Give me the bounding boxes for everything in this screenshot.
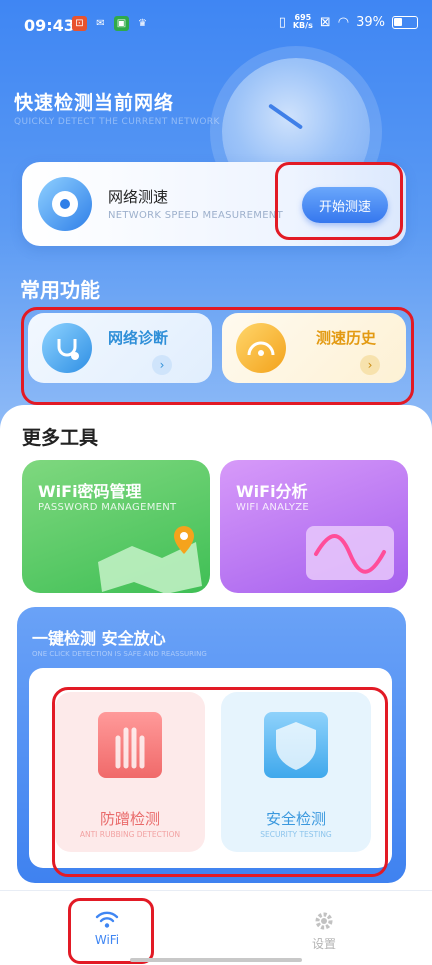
anti-rubbing-card[interactable]: 防蹭检测 ANTI RUBBING DETECTION	[55, 692, 205, 852]
hand-scan-icon	[98, 712, 162, 778]
speed-test-card[interactable]: 网络测速 NETWORK SPEED MEASUREMENT 开始测速	[22, 162, 406, 246]
nav-wifi-label: WiFi	[94, 933, 120, 947]
no-sim-icon: ⊠	[319, 14, 331, 30]
nav-item-wifi[interactable]: WiFi	[77, 910, 137, 947]
hero-subtitle: QUICKLY DETECT THE CURRENT NETWORK	[14, 117, 220, 127]
security-subtitle: ONE CLICK DETECTION IS SAFE AND REASSURI…	[32, 650, 207, 658]
wechat-icon: ✉	[96, 18, 105, 29]
speed-test-subtitle: NETWORK SPEED MEASUREMENT	[108, 210, 283, 221]
security-testing-label: 安全检测	[265, 810, 326, 828]
bottom-navigation	[0, 890, 432, 965]
network-diagnosis-card[interactable]: 网络诊断 ›	[28, 313, 212, 383]
security-title: 一键检测 安全放心	[32, 629, 166, 648]
gauge-needle	[268, 103, 304, 130]
wifi-password-card[interactable]: WiFi密码管理 PASSWORD MANAGEMENT	[22, 460, 210, 593]
battery-percent: 39%	[356, 14, 385, 30]
more-tools-title: 更多工具	[22, 427, 99, 449]
home-indicator[interactable]	[130, 958, 302, 962]
map-pin-icon	[98, 526, 202, 593]
anti-rubbing-label: 防蹭检测	[99, 810, 160, 828]
battery-icon	[392, 15, 418, 29]
stethoscope-icon	[42, 323, 92, 373]
shield-scan-icon	[264, 712, 328, 778]
wifi-analyze-subtitle: WIFI ANALYZE	[236, 502, 309, 513]
status-right: ▯ 695 KB/s ⊠ ◠ 39%	[279, 14, 418, 30]
anti-rubbing-subtitle: ANTI RUBBING DETECTION	[79, 830, 181, 839]
app-notification-icon: ▣	[114, 16, 129, 31]
hero-title: 快速检测当前网络	[14, 92, 175, 114]
nav-item-settings[interactable]: 设置	[294, 910, 354, 952]
gear-icon	[315, 912, 333, 930]
speedometer-icon	[236, 323, 286, 373]
common-functions-title: 常用功能	[20, 278, 100, 302]
status-time: 09:43	[24, 16, 75, 35]
speed-test-icon	[38, 177, 92, 231]
app-notification-icon: ⊡	[72, 16, 87, 31]
start-speed-test-button[interactable]: 开始测速	[302, 187, 388, 223]
speed-history-card[interactable]: 测速历史 ›	[222, 313, 406, 383]
nav-settings-label: 设置	[311, 937, 336, 951]
wifi-password-subtitle: PASSWORD MANAGEMENT	[38, 502, 177, 513]
chevron-right-icon: ›	[360, 355, 380, 375]
speed-history-label: 测速历史	[316, 329, 377, 347]
wifi-icon	[95, 911, 119, 928]
speed-test-title: 网络测速	[108, 188, 169, 206]
wifi-password-label: WiFi密码管理	[38, 482, 142, 501]
waveform-icon	[306, 526, 394, 580]
wifi-signal-icon: ◠	[337, 14, 350, 30]
security-testing-card[interactable]: 安全检测 SECURITY TESTING	[221, 692, 371, 852]
wifi-analyze-label: WiFi分析	[236, 482, 308, 501]
status-bar: 09:43 ⊡ ✉ ▣ ♛ ▯ 695 KB/s ⊠ ◠ 39%	[0, 0, 432, 50]
vibrate-icon: ▯	[278, 14, 286, 30]
security-testing-subtitle: SECURITY TESTING	[260, 830, 332, 839]
wifi-analyze-card[interactable]: WiFi分析 WIFI ANALYZE	[220, 460, 408, 593]
notification-icons: ⊡ ✉ ▣ ♛	[72, 16, 150, 31]
network-diagnosis-label: 网络诊断	[108, 329, 169, 347]
crown-icon: ♛	[138, 18, 147, 29]
network-speed: 695 KB/s	[292, 13, 313, 30]
chevron-right-icon: ›	[152, 355, 172, 375]
